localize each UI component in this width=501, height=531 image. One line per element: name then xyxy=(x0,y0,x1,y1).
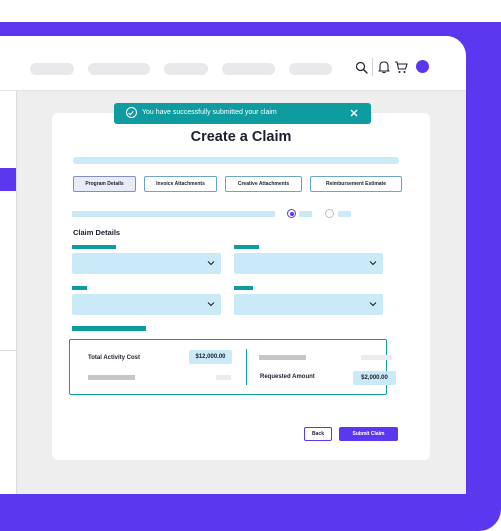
radio-option-no[interactable] xyxy=(325,209,334,218)
cart-icon[interactable] xyxy=(394,61,408,74)
requested-amount-value: $2,000.00 xyxy=(353,371,396,385)
summary-placeholder xyxy=(88,375,135,380)
select-field[interactable] xyxy=(72,253,221,274)
summary-placeholder xyxy=(216,375,231,380)
requested-amount-label: Requested Amount xyxy=(260,374,315,380)
progress-bar xyxy=(73,157,399,164)
field-label-placeholder xyxy=(72,286,87,290)
tab-creative-attachments[interactable]: Creative Attachments xyxy=(225,176,302,192)
select-field[interactable] xyxy=(72,294,221,315)
tab-reimbursement-estimate[interactable]: Reimbursement Estimate xyxy=(310,176,402,192)
field-label-placeholder xyxy=(234,245,259,249)
sidebar-divider xyxy=(0,350,16,351)
toast-message: You have successfully submitted your cla… xyxy=(142,109,277,116)
section-label-placeholder xyxy=(72,326,146,331)
radio-option-yes[interactable] xyxy=(287,209,296,218)
chevron-down-icon xyxy=(207,302,215,307)
section-title: Claim Details xyxy=(73,228,121,237)
chevron-down-icon xyxy=(207,261,215,266)
question-label-placeholder xyxy=(72,211,275,217)
avatar[interactable] xyxy=(416,60,429,73)
sidebar xyxy=(0,91,17,494)
nav-link-placeholder[interactable] xyxy=(88,63,150,75)
submit-claim-button[interactable]: Submit Claim xyxy=(339,427,398,441)
total-activity-cost-value: $12,000.00 xyxy=(189,350,232,364)
search-icon[interactable] xyxy=(355,61,368,74)
tab-invoice-attachments[interactable]: Invoice Attachments xyxy=(144,176,217,192)
radio-label-placeholder xyxy=(338,211,351,217)
page-title: Create a Claim xyxy=(190,129,292,145)
field-label-placeholder xyxy=(72,245,116,249)
select-field[interactable] xyxy=(234,294,383,315)
check-circle-icon xyxy=(126,107,137,118)
sidebar-item-active[interactable] xyxy=(0,168,16,191)
success-toast: You have successfully submitted your cla… xyxy=(114,103,371,124)
cost-summary-box xyxy=(69,339,387,395)
total-activity-cost-label: Total Activity Cost xyxy=(88,355,141,361)
nav-link-placeholder[interactable] xyxy=(164,63,208,75)
frame-top-gap xyxy=(0,0,501,22)
chevron-down-icon xyxy=(369,261,377,266)
nav-link-placeholder[interactable] xyxy=(289,63,332,75)
summary-placeholder xyxy=(361,355,392,360)
select-field[interactable] xyxy=(234,253,383,274)
tab-program-details[interactable]: Program Details xyxy=(73,176,136,192)
nav-link-placeholder[interactable] xyxy=(222,63,275,75)
close-icon[interactable] xyxy=(348,107,360,119)
field-label-placeholder xyxy=(234,286,253,290)
bell-icon[interactable] xyxy=(378,60,390,74)
top-nav-bar xyxy=(0,36,466,91)
chevron-down-icon xyxy=(369,302,377,307)
radio-label-placeholder xyxy=(299,211,312,217)
nav-link-placeholder[interactable] xyxy=(30,63,74,75)
summary-divider xyxy=(246,349,247,385)
summary-placeholder xyxy=(259,355,306,360)
nav-divider xyxy=(372,58,373,76)
back-button[interactable]: Back xyxy=(304,427,332,441)
